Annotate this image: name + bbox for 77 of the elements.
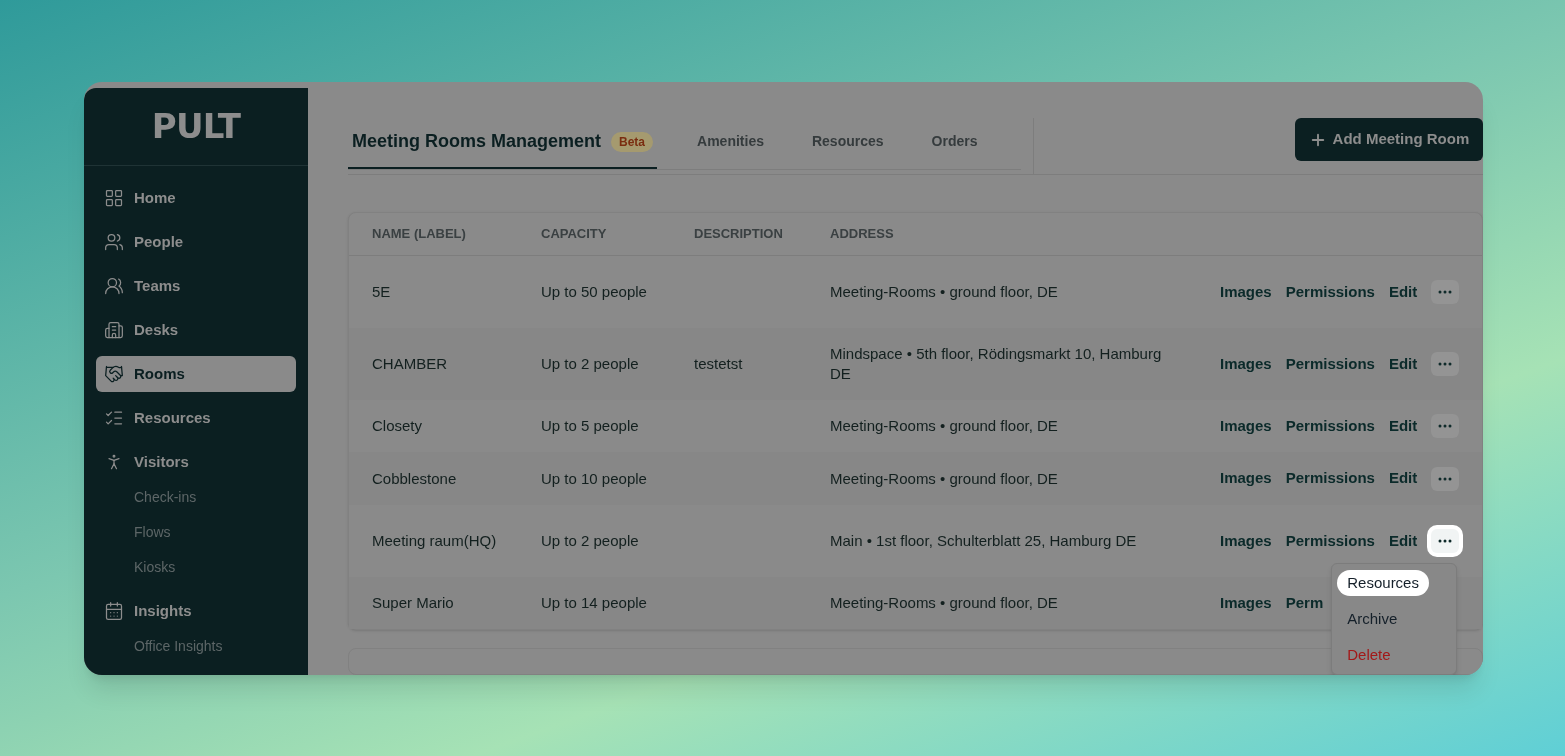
row-action-link[interactable]: Permissions	[1285, 467, 1375, 490]
room-name: Super Mario	[372, 593, 455, 613]
row-action-link[interactable]: Permissions	[1285, 529, 1375, 553]
address-cell-text: Main • 1st floor, Schulterblatt 25, Hamburg DE	[830, 531, 1138, 551]
grid-icon	[104, 188, 124, 208]
capacity-cell-text: Up to 10 people	[541, 468, 648, 489]
calendar-icon	[104, 601, 124, 621]
people-icon	[104, 232, 124, 252]
nav-item[interactable]: Desks	[96, 312, 296, 348]
room-name: Meeting raum(HQ)	[372, 531, 498, 551]
row-action-link[interactable]: Perm	[1285, 591, 1324, 615]
room-name: Cobblestone	[372, 468, 458, 489]
room-name: 5E	[372, 282, 392, 302]
group-icon	[104, 276, 124, 296]
nav-item[interactable]: Visitors	[96, 444, 296, 480]
handshake-icon	[104, 364, 124, 384]
more-icon	[1438, 290, 1453, 294]
address-cell-text: Meeting-Rooms • ground floor, DE	[830, 282, 1059, 302]
row-action-link[interactable]: Edit	[1388, 529, 1418, 553]
tab[interactable]: Orders	[927, 116, 982, 169]
row-action-link[interactable]: Edit	[1388, 414, 1418, 438]
row-action-link[interactable]: Edit	[1388, 467, 1418, 490]
tab[interactable]: Amenities	[693, 116, 768, 169]
nav-subitem[interactable]: Kiosks	[96, 550, 296, 585]
column-header: DESCRIPTION	[694, 225, 784, 244]
row-action-link[interactable]: Permissions	[1285, 352, 1375, 376]
room-name: Closety	[372, 416, 424, 436]
nav-item[interactable]: Resources	[96, 400, 296, 436]
row-action-link[interactable]: Permissions	[1285, 280, 1375, 304]
nav-item[interactable]: Rooms	[96, 356, 296, 392]
logo: PULT	[151, 105, 241, 148]
column-header: NAME (LABEL)	[372, 225, 467, 244]
row-action-link[interactable]: Images	[1220, 591, 1272, 615]
capacity-cell-text: Up to 2 people	[541, 354, 640, 374]
more-icon	[1438, 362, 1453, 366]
more-icon	[1438, 476, 1453, 481]
row-action-link[interactable]: Images	[1220, 352, 1272, 376]
nav-subitem[interactable]: Check-ins	[96, 480, 296, 515]
address-cell-text: Meeting-Rooms • ground floor, DE	[830, 416, 1059, 436]
more-button[interactable]	[1431, 280, 1460, 304]
address-cell-text: Meeting-Rooms • ground floor, DE	[830, 468, 1059, 489]
row-action-link[interactable]: Images	[1220, 467, 1272, 490]
tab[interactable]: Meeting Rooms Management Beta	[348, 116, 658, 169]
nav-subitem[interactable]: Flows	[96, 515, 296, 550]
add-meeting-room-button[interactable]: Add Meeting Room	[1294, 118, 1483, 161]
tab[interactable]: Resources	[807, 116, 888, 169]
column-header: CAPACITY	[541, 225, 608, 244]
more-icon	[1438, 539, 1453, 543]
row-action-link[interactable]: Images	[1220, 529, 1272, 553]
nav-item[interactable]: Insights	[96, 593, 296, 629]
row-action-link[interactable]: Permissions	[1285, 414, 1375, 438]
row-action-link[interactable]: Edit	[1388, 280, 1418, 304]
room-name: CHAMBER	[372, 354, 448, 374]
menu-item[interactable]: Delete	[1337, 642, 1452, 668]
row-action-link[interactable]: Edit	[1388, 352, 1418, 376]
menu-item[interactable]: Resources	[1337, 570, 1429, 596]
column-header: ADDRESS	[830, 225, 895, 244]
address-cell-text: Meeting-Rooms • ground floor, DE	[830, 593, 1059, 613]
description-cell: testetst	[694, 354, 743, 372]
building-icon	[104, 320, 124, 340]
more-button[interactable]	[1431, 414, 1460, 438]
beta-badge: Beta	[611, 131, 654, 152]
nav-subitem[interactable]: Office Insights	[96, 629, 296, 664]
nav-item[interactable]: People	[96, 224, 296, 260]
nav-item[interactable]: Teams	[96, 268, 296, 304]
row-action-link[interactable]: Images	[1220, 414, 1272, 438]
capacity-cell-text: Up to 5 people	[541, 416, 640, 436]
menu-item[interactable]: Archive	[1337, 606, 1452, 632]
capacity-cell-text: Up to 2 people	[541, 531, 640, 551]
more-button[interactable]	[1431, 352, 1460, 376]
more-button[interactable]	[1431, 466, 1460, 491]
nav-item[interactable]: Home	[96, 180, 296, 216]
capacity-cell-text: Up to 50 people	[541, 282, 648, 302]
capacity-cell-text: Up to 14 people	[541, 593, 648, 613]
row-action-link[interactable]: Images	[1220, 280, 1272, 304]
address-cell-text: Mindspace • 5th floor, Rödingsmarkt 10, Hamburg DE	[830, 344, 1163, 384]
more-icon	[1438, 424, 1453, 428]
